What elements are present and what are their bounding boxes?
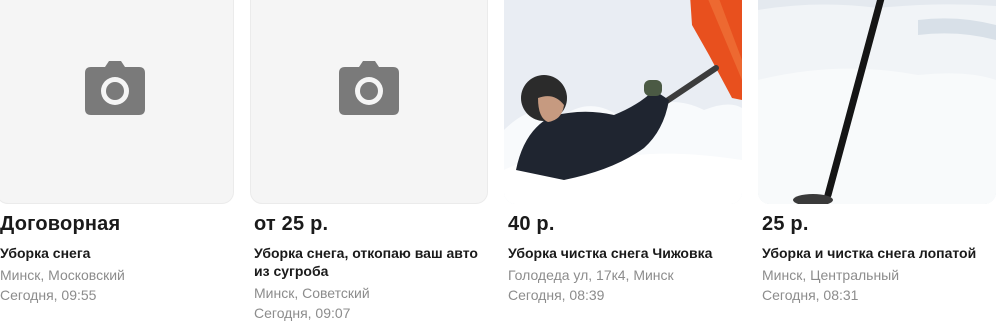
- listing-location: Голодеда ул, 17к4, Минск: [508, 267, 674, 283]
- listing-card[interactable]: 25 р. Уборка и чистка снега лопатой Минс…: [758, 0, 996, 332]
- listing-price: 25 р.: [762, 213, 809, 235]
- listing-date: Сегодня, 09:55: [0, 287, 97, 303]
- listing-card[interactable]: от 25 р. Уборка снега, откопаю ваш авто …: [250, 0, 488, 332]
- listing-location: Минск, Советский: [254, 285, 370, 301]
- listing-photo[interactable]: [758, 0, 996, 204]
- listing-price: Договорная: [0, 213, 121, 235]
- listings-row: Договорная Уборка снега Минск, Московски…: [0, 0, 1004, 332]
- camera-placeholder-icon: [85, 61, 145, 115]
- listing-date: Сегодня, 08:39: [508, 287, 605, 303]
- listing-title[interactable]: Уборка и чистка снега лопатой: [762, 244, 992, 262]
- snow-shovel-photo: [758, 0, 996, 204]
- listing-title[interactable]: Уборка снега: [0, 244, 230, 262]
- listing-photo[interactable]: [504, 0, 742, 204]
- listing-card[interactable]: Договорная Уборка снега Минск, Московски…: [0, 0, 234, 332]
- camera-placeholder-icon: [339, 61, 399, 115]
- listing-title[interactable]: Уборка чистка снега Чижовка: [508, 244, 738, 262]
- listing-card[interactable]: 40 р. Уборка чистка снега Чижовка Голоде…: [504, 0, 742, 332]
- listing-price: от 25 р.: [254, 213, 329, 235]
- listing-date: Сегодня, 08:31: [762, 287, 859, 303]
- listing-location: Минск, Московский: [0, 267, 125, 283]
- listing-photo-placeholder[interactable]: [250, 0, 488, 204]
- snow-shoveling-photo: [504, 0, 742, 204]
- listing-price: 40 р.: [508, 213, 555, 235]
- listing-date: Сегодня, 09:07: [254, 305, 351, 321]
- listing-title[interactable]: Уборка снега, откопаю ваш авто из сугроб…: [254, 244, 484, 280]
- listing-location: Минск, Центральный: [762, 267, 900, 283]
- listing-photo-placeholder[interactable]: [0, 0, 234, 204]
